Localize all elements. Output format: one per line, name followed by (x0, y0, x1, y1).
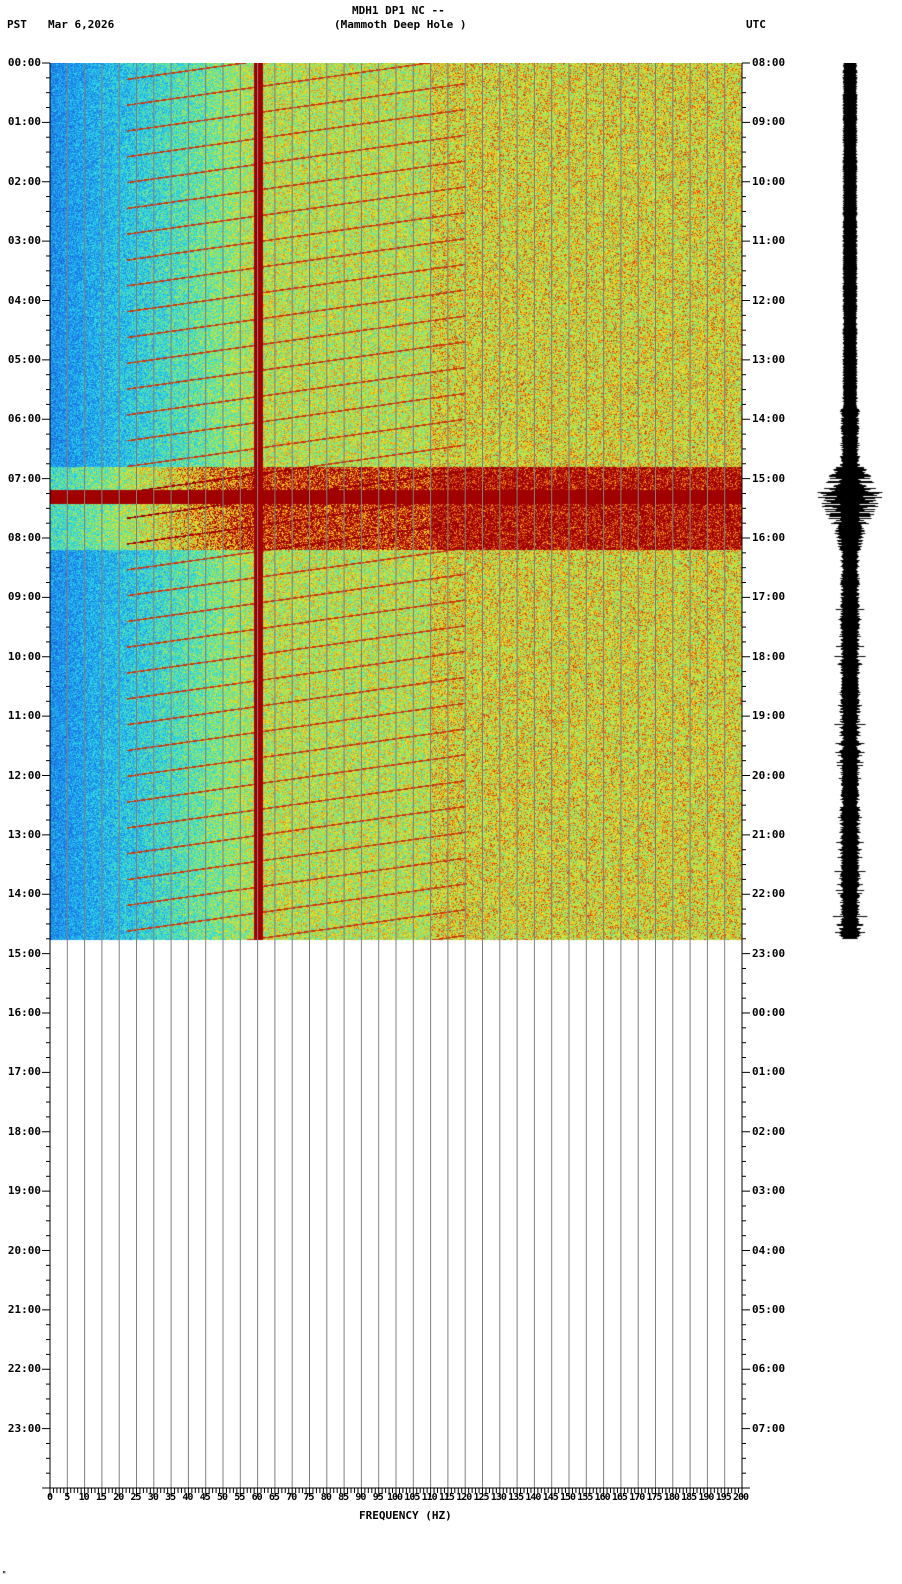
x-tick-label: 10 (79, 1492, 89, 1503)
y-tick-label-left: 03:00 (8, 234, 41, 247)
y-tick-label-left: 21:00 (8, 1303, 41, 1316)
x-tick-label: 145 (543, 1492, 558, 1503)
x-tick-label: 0 (47, 1492, 52, 1503)
y-tick-label-right: 18:00 (752, 650, 785, 663)
x-tick-label: 40 (182, 1492, 192, 1503)
x-tick-label: 90 (355, 1492, 365, 1503)
y-tick-label-left: 20:00 (8, 1244, 41, 1257)
y-tick-label-right: 17:00 (752, 590, 785, 603)
y-tick-label-right: 23:00 (752, 947, 785, 960)
x-tick-label: 115 (439, 1492, 454, 1503)
y-tick-label-right: 14:00 (752, 412, 785, 425)
x-tick-label: 70 (286, 1492, 296, 1503)
y-tick-label-left: 13:00 (8, 828, 41, 841)
x-tick-label: 60 (252, 1492, 262, 1503)
y-tick-label-right: 04:00 (752, 1244, 785, 1257)
x-tick-label: 125 (474, 1492, 489, 1503)
x-tick-label: 170 (629, 1492, 644, 1503)
x-tick-label: 65 (269, 1492, 279, 1503)
y-tick-label-right: 21:00 (752, 828, 785, 841)
x-tick-label: 175 (647, 1492, 662, 1503)
y-tick-label-right: 11:00 (752, 234, 785, 247)
y-tick-label-right: 13:00 (752, 353, 785, 366)
y-tick-label-left: 00:00 (8, 56, 41, 69)
y-tick-label-right: 15:00 (752, 472, 785, 485)
y-tick-label-right: 06:00 (752, 1362, 785, 1375)
y-tick-label-right: 09:00 (752, 115, 785, 128)
x-tick-label: 25 (131, 1492, 141, 1503)
x-tick-label: 140 (525, 1492, 540, 1503)
x-tick-label: 5 (64, 1492, 69, 1503)
y-tick-label-left: 01:00 (8, 115, 41, 128)
y-tick-label-right: 00:00 (752, 1006, 785, 1019)
y-tick-label-left: 05:00 (8, 353, 41, 366)
y-tick-label-left: 06:00 (8, 412, 41, 425)
x-tick-label: 20 (113, 1492, 123, 1503)
x-tick-label: 150 (560, 1492, 575, 1503)
y-tick-label-left: 10:00 (8, 650, 41, 663)
y-tick-label-right: 12:00 (752, 294, 785, 307)
y-tick-label-left: 22:00 (8, 1362, 41, 1375)
x-tick-label: 45 (200, 1492, 210, 1503)
y-tick-label-right: 02:00 (752, 1125, 785, 1138)
y-tick-label-left: 08:00 (8, 531, 41, 544)
x-tick-label: 120 (456, 1492, 471, 1503)
y-tick-label-left: 17:00 (8, 1065, 41, 1078)
x-tick-label: 190 (698, 1492, 713, 1503)
x-tick-label: 100 (387, 1492, 402, 1503)
y-tick-label-left: 19:00 (8, 1184, 41, 1197)
y-tick-label-left: 15:00 (8, 947, 41, 960)
x-tick-label: 185 (681, 1492, 696, 1503)
y-tick-label-right: 07:00 (752, 1422, 785, 1435)
x-tick-label: 195 (716, 1492, 731, 1503)
y-tick-label-left: 04:00 (8, 294, 41, 307)
y-tick-label-right: 22:00 (752, 887, 785, 900)
y-tick-label-right: 19:00 (752, 709, 785, 722)
x-tick-label: 155 (577, 1492, 592, 1503)
x-tick-label: 130 (491, 1492, 506, 1503)
y-tick-label-right: 03:00 (752, 1184, 785, 1197)
x-tick-label: 75 (304, 1492, 314, 1503)
x-tick-label: 200 (733, 1492, 748, 1503)
x-tick-label: 50 (217, 1492, 227, 1503)
x-tick-label: 55 (234, 1492, 244, 1503)
y-tick-label-left: 12:00 (8, 769, 41, 782)
y-tick-label-left: 11:00 (8, 709, 41, 722)
x-tick-label: 180 (664, 1492, 679, 1503)
x-tick-label: 160 (595, 1492, 610, 1503)
x-tick-label: 95 (373, 1492, 383, 1503)
y-tick-label-left: 16:00 (8, 1006, 41, 1019)
y-tick-label-left: 02:00 (8, 175, 41, 188)
x-tick-label: 110 (422, 1492, 437, 1503)
y-tick-label-right: 10:00 (752, 175, 785, 188)
y-tick-label-left: 23:00 (8, 1422, 41, 1435)
y-tick-label-right: 08:00 (752, 56, 785, 69)
y-tick-label-right: 20:00 (752, 769, 785, 782)
x-tick-label: 15 (96, 1492, 106, 1503)
x-tick-label: 85 (338, 1492, 348, 1503)
x-tick-label: 30 (148, 1492, 158, 1503)
x-tick-label: 80 (321, 1492, 331, 1503)
y-tick-label-left: 07:00 (8, 472, 41, 485)
y-tick-label-left: 09:00 (8, 590, 41, 603)
y-tick-label-left: 18:00 (8, 1125, 41, 1138)
x-tick-label: 105 (404, 1492, 419, 1503)
x-tick-label: 165 (612, 1492, 627, 1503)
x-tick-label: 35 (165, 1492, 175, 1503)
y-tick-label-right: 01:00 (752, 1065, 785, 1078)
y-tick-label-left: 14:00 (8, 887, 41, 900)
y-tick-label-right: 05:00 (752, 1303, 785, 1316)
x-tick-label: 135 (508, 1492, 523, 1503)
y-tick-label-right: 16:00 (752, 531, 785, 544)
